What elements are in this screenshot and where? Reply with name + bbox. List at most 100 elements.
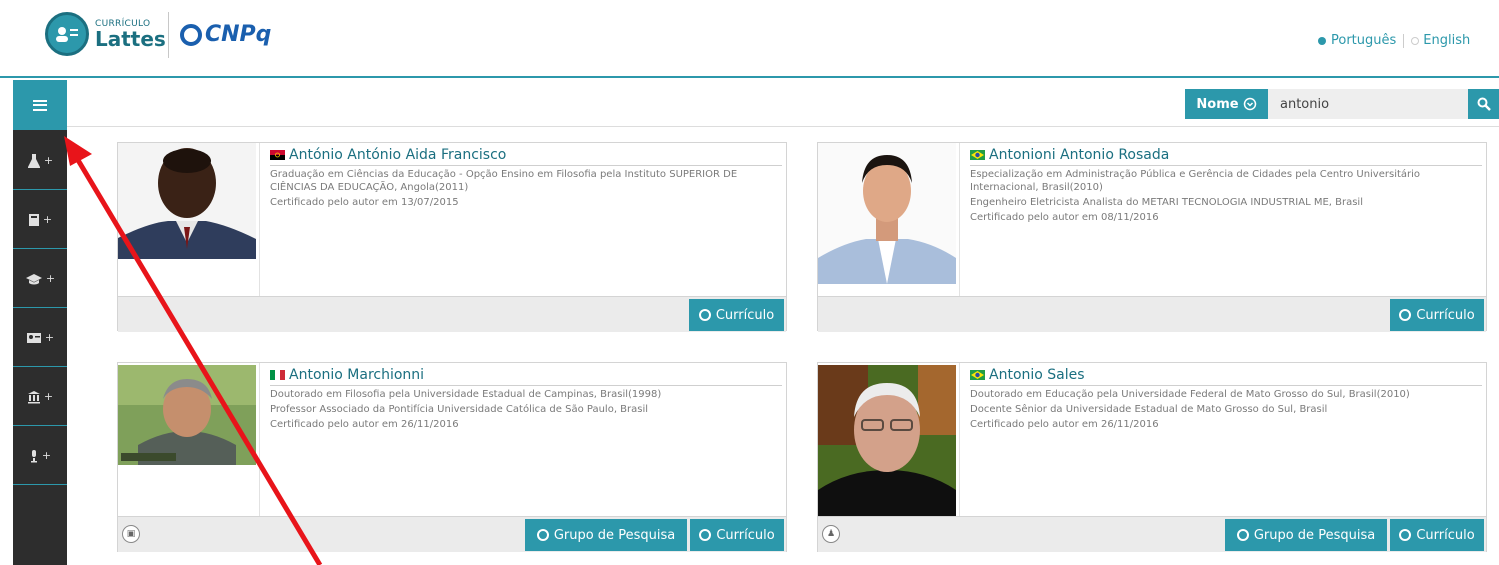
researcher-info: Antonio Marchionni Doutorado em Filosofi… bbox=[270, 367, 782, 431]
institution-icon bbox=[27, 390, 40, 403]
menu-toggle-button[interactable] bbox=[13, 80, 67, 130]
card-footer: ♟ Grupo de Pesquisa Currículo bbox=[818, 516, 1486, 552]
grupo-de-pesquisa-label: Grupo de Pesquisa bbox=[553, 527, 676, 543]
lattes-logo-title: Lattes bbox=[95, 26, 166, 51]
radio-selected-icon bbox=[1318, 36, 1326, 45]
language-switcher: Português English bbox=[1318, 33, 1470, 48]
result-card: Antonioni Antonio Rosada Especialização … bbox=[817, 142, 1487, 332]
plus-icon: + bbox=[41, 449, 52, 462]
cnpq-logo-icon bbox=[180, 23, 202, 46]
cnpq-logo-text: CNPq bbox=[205, 22, 272, 47]
grupo-de-pesquisa-button[interactable]: Grupo de Pesquisa bbox=[525, 519, 687, 551]
italy-flag-icon bbox=[270, 370, 285, 380]
researcher-certified: Certificado pelo autor em 08/11/2016 bbox=[970, 212, 1159, 223]
sidebar: + + + + + + bbox=[13, 80, 67, 565]
card-footer: Currículo bbox=[118, 296, 786, 332]
grupo-de-pesquisa-label: Grupo de Pesquisa bbox=[1253, 527, 1376, 543]
sidebar-item-research[interactable]: + bbox=[13, 132, 67, 190]
researcher-name-text: Antonio Marchionni bbox=[289, 367, 425, 383]
researcher-photo[interactable] bbox=[818, 365, 956, 518]
search-button[interactable] bbox=[1468, 89, 1499, 119]
researcher-name[interactable]: Antonio Sales bbox=[970, 367, 1482, 386]
lattes-swirl-icon bbox=[536, 529, 549, 541]
lang-portugues[interactable]: Português bbox=[1331, 33, 1396, 48]
researcher-detail: Engenheiro Eletricista Analista do METAR… bbox=[970, 197, 1363, 208]
sidebar-item-publications[interactable]: + bbox=[13, 191, 67, 249]
curriculo-button-label: Currículo bbox=[1416, 307, 1475, 323]
microphone-icon bbox=[30, 449, 37, 462]
curriculo-button[interactable]: Currículo bbox=[689, 299, 784, 331]
researcher-name[interactable]: Antonioni Antonio Rosada bbox=[970, 147, 1482, 166]
researcher-detail: Especialização em Administração Pública … bbox=[970, 169, 1421, 193]
sidebar-item-education[interactable]: + bbox=[13, 250, 67, 308]
lattes-swirl-icon bbox=[699, 529, 712, 541]
researcher-photo[interactable] bbox=[818, 143, 956, 284]
lattes-swirl-icon bbox=[1399, 529, 1412, 541]
card-divider bbox=[959, 363, 960, 516]
plus-icon: + bbox=[43, 154, 54, 167]
book-icon bbox=[28, 213, 39, 226]
card-divider bbox=[959, 143, 960, 296]
cnpq-logo[interactable]: CNPq bbox=[180, 22, 271, 47]
lattes-swirl-icon bbox=[1399, 309, 1412, 321]
graduation-cap-icon bbox=[25, 273, 42, 284]
curriculo-button-label: Currículo bbox=[715, 307, 775, 323]
card-footer: Currículo bbox=[818, 296, 1486, 332]
sidebar-item-profile[interactable]: + bbox=[13, 309, 67, 367]
researcher-certified: Certificado pelo autor em 13/07/2015 bbox=[270, 197, 459, 208]
chevron-down-circle-icon bbox=[1243, 97, 1256, 111]
search-filter-dropdown[interactable]: Nome bbox=[1185, 89, 1268, 119]
grupo-de-pesquisa-button[interactable]: Grupo de Pesquisa bbox=[1225, 519, 1387, 551]
radio-empty-icon bbox=[1411, 36, 1420, 45]
result-card: António António Aida Francisco Graduação… bbox=[117, 142, 787, 332]
researcher-badge-icon[interactable]: ♟ bbox=[822, 525, 840, 543]
researcher-info: Antonio Sales Doutorado em Educação pela… bbox=[970, 367, 1482, 431]
card-divider bbox=[259, 143, 260, 296]
search-input[interactable]: antonio bbox=[1268, 89, 1468, 119]
curriculo-button[interactable]: Currículo bbox=[1390, 519, 1484, 551]
lattes-swirl-icon bbox=[698, 309, 711, 321]
researcher-certified: Certificado pelo autor em 26/11/2016 bbox=[970, 419, 1159, 430]
plus-icon: + bbox=[43, 390, 54, 403]
curriculo-button[interactable]: Currículo bbox=[690, 519, 784, 551]
search-divider bbox=[67, 126, 1499, 127]
curriculo-button-label: Currículo bbox=[716, 527, 775, 543]
researcher-detail: Graduação em Ciências da Educação - Opçã… bbox=[270, 169, 738, 193]
researcher-name[interactable]: Antonio Marchionni bbox=[270, 367, 782, 386]
researcher-name-text: Antonio Sales bbox=[989, 367, 1085, 383]
hamburger-icon bbox=[33, 99, 47, 111]
lattes-swirl-icon bbox=[1236, 529, 1249, 541]
result-card: Antonio Sales Doutorado em Educação pela… bbox=[817, 362, 1487, 552]
researcher-detail: Doutorado em Filosofia pela Universidade… bbox=[270, 389, 662, 400]
researcher-detail: Docente Sênior da Universidade Estadual … bbox=[970, 404, 1328, 415]
curriculo-button[interactable]: Currículo bbox=[1390, 299, 1484, 331]
angola-flag-icon bbox=[270, 150, 285, 160]
researcher-photo[interactable] bbox=[118, 365, 256, 465]
logo-divider bbox=[168, 12, 169, 58]
page: CURRÍCULO Lattes CNPq Português English … bbox=[0, 0, 1499, 565]
sidebar-item-institution[interactable]: + bbox=[13, 368, 67, 426]
id-card-icon bbox=[26, 332, 41, 343]
researcher-name-text: António António Aida Francisco bbox=[289, 147, 507, 163]
lattes-logo[interactable]: CURRÍCULO Lattes bbox=[45, 12, 166, 56]
header: CURRÍCULO Lattes CNPq Português English bbox=[0, 0, 1499, 78]
flask-icon bbox=[27, 153, 40, 168]
group-badge-icon[interactable]: ▣ bbox=[122, 525, 140, 543]
researcher-name[interactable]: António António Aida Francisco bbox=[270, 147, 782, 166]
plus-icon: + bbox=[42, 213, 53, 226]
researcher-certified: Certificado pelo autor em 26/11/2016 bbox=[270, 419, 459, 430]
plus-icon: + bbox=[44, 331, 55, 344]
researcher-photo[interactable] bbox=[118, 143, 256, 259]
lang-separator bbox=[1403, 33, 1405, 48]
search-icon bbox=[1477, 97, 1491, 111]
sidebar-item-events[interactable]: + bbox=[13, 427, 67, 485]
lang-english[interactable]: English bbox=[1423, 33, 1470, 48]
lattes-logo-icon bbox=[45, 12, 89, 56]
plus-icon: + bbox=[45, 272, 56, 285]
card-footer: ▣ Grupo de Pesquisa Currículo bbox=[118, 516, 786, 552]
card-divider bbox=[259, 363, 260, 516]
brazil-flag-icon bbox=[970, 150, 985, 160]
researcher-detail: Doutorado em Educação pela Universidade … bbox=[970, 389, 1410, 400]
brazil-flag-icon bbox=[970, 370, 985, 380]
researcher-info: António António Aida Francisco Graduação… bbox=[270, 147, 782, 209]
